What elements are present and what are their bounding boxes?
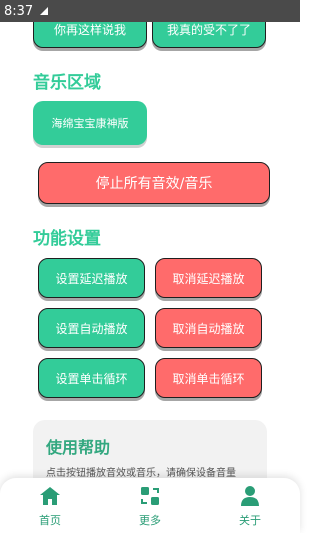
nav-home[interactable]: 首页 — [20, 478, 80, 533]
music-section-title: 音乐区域 — [33, 73, 101, 93]
home-icon — [40, 487, 60, 505]
help-text: 点击按钮播放音效或音乐，请确保设备音量 — [46, 468, 236, 479]
cancel-delay-label: 取消延迟播放 — [172, 271, 245, 286]
nav-more-label: 更多 — [139, 514, 161, 527]
stop-all-button[interactable]: 停止所有音效/音乐 — [38, 162, 270, 204]
music-button-label: 海绵宝宝康神版 — [51, 117, 129, 130]
set-loop-label: 设置单击循环 — [55, 371, 128, 386]
person-icon — [241, 486, 259, 506]
cancel-loop-button[interactable]: 取消单击循环 — [155, 358, 262, 398]
set-delay-button[interactable]: 设置延迟播放 — [38, 258, 145, 298]
stop-all-button-label: 停止所有音效/音乐 — [95, 176, 213, 192]
set-autoplay-label: 设置自动播放 — [55, 321, 128, 336]
cancel-autoplay-button[interactable]: 取消自动播放 — [155, 308, 262, 348]
main-content: 你再这样说我 我真的受不了了 音乐区域 海绵宝宝康神版 停止所有音效/音乐 功能… — [0, 0, 300, 533]
help-title: 使用帮助 — [46, 438, 111, 457]
status-bar: 8:37 — [0, 0, 300, 22]
status-time: 8:37 — [4, 3, 34, 19]
bottom-nav: 首页 更多 关于 — [0, 478, 300, 533]
nav-about[interactable]: 关于 — [220, 478, 280, 533]
sound-button-1-label: 你再这样说我 — [53, 22, 126, 37]
more-icon — [141, 487, 159, 505]
cancel-delay-button[interactable]: 取消延迟播放 — [155, 258, 262, 298]
settings-section-title: 功能设置 — [33, 229, 101, 249]
nav-home-label: 首页 — [39, 514, 61, 527]
set-loop-button[interactable]: 设置单击循环 — [38, 358, 145, 398]
music-button[interactable]: 海绵宝宝康神版 — [33, 101, 147, 145]
set-delay-label: 设置延迟播放 — [55, 271, 128, 286]
set-autoplay-button[interactable]: 设置自动播放 — [38, 308, 145, 348]
nav-more[interactable]: 更多 — [120, 478, 180, 533]
cancel-autoplay-label: 取消自动播放 — [172, 321, 245, 336]
sound-button-2-label: 我真的受不了了 — [166, 22, 251, 37]
cancel-loop-label: 取消单击循环 — [172, 371, 245, 386]
nav-about-label: 关于 — [239, 514, 261, 527]
signal-icon — [39, 6, 51, 16]
